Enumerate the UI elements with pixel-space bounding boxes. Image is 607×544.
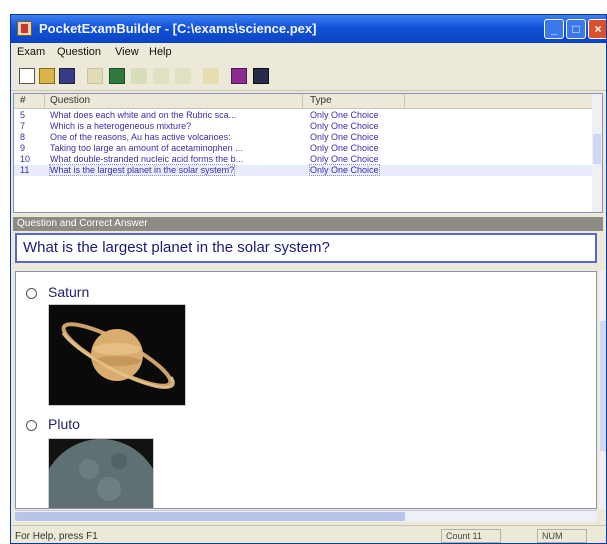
question-list-header: # Question Type [14, 94, 602, 109]
menu-view[interactable]: View [115, 46, 139, 58]
window-title: PocketExamBuilder - [C:\exams\science.pe… [39, 21, 317, 36]
status-num: NUM [537, 529, 587, 543]
status-help-text: For Help, press F1 [15, 531, 98, 542]
cut-icon[interactable] [87, 68, 103, 84]
col-question[interactable]: Question [50, 95, 90, 106]
preview-icon[interactable] [231, 68, 247, 84]
close-button[interactable]: × [588, 19, 606, 39]
add-question-icon[interactable] [109, 68, 125, 84]
title-bar[interactable]: PocketExamBuilder - [C:\exams\science.pe… [11, 15, 606, 43]
new-icon[interactable] [19, 68, 35, 84]
pluto-image [41, 438, 161, 508]
help-icon[interactable] [253, 68, 269, 84]
status-count: Count 11 [441, 529, 501, 543]
answer-radio-saturn[interactable] [26, 288, 37, 299]
col-type[interactable]: Type [310, 95, 332, 106]
minimize-button[interactable]: _ [544, 19, 564, 39]
move-down-icon[interactable] [175, 68, 191, 84]
saturn-image [48, 304, 186, 406]
menu-exam[interactable]: Exam [17, 46, 45, 58]
qa-panel-header: Question and Correct Answer [13, 217, 603, 231]
answer-label-saturn[interactable]: Saturn [48, 284, 89, 300]
open-icon[interactable] [39, 68, 55, 84]
toolbar [11, 62, 606, 91]
table-row[interactable]: 7 Which is a heterogeneous mixture? Only… [14, 121, 602, 132]
table-row[interactable]: 10 What double-stranded nucleic acid for… [14, 154, 602, 165]
maximize-button[interactable]: □ [566, 19, 586, 39]
table-row[interactable]: 8 One of the reasons, Au has active volc… [14, 132, 602, 143]
app-icon[interactable] [17, 21, 32, 36]
question-list-scrollbar[interactable] [592, 94, 602, 212]
table-row-selected[interactable]: 11 What is the largest planet in the sol… [14, 164, 602, 176]
horizontal-scrollbar[interactable] [15, 510, 597, 522]
question-list[interactable]: # Question Type 5 What does each white a… [13, 93, 603, 213]
answer-label-pluto[interactable]: Pluto [48, 416, 80, 432]
menu-help[interactable]: Help [149, 46, 172, 58]
col-number[interactable]: # [20, 95, 26, 106]
table-row[interactable]: 9 Taking too large an amount of acetamin… [14, 143, 602, 154]
save-icon[interactable] [59, 68, 75, 84]
answer-panel-scrollbar[interactable] [599, 271, 606, 509]
menu-bar: Exam Question View Help [11, 43, 606, 61]
answer-radio-pluto[interactable] [26, 420, 37, 431]
app-window: PocketExamBuilder - [C:\exams\science.pe… [10, 14, 607, 544]
move-up-icon[interactable] [153, 68, 169, 84]
question-text[interactable]: What is the largest planet in the solar … [15, 233, 597, 263]
answer-panel: Saturn Pluto [15, 271, 597, 509]
menu-question[interactable]: Question [57, 46, 101, 58]
table-row[interactable]: 5 What does each white and on the Rubric… [14, 110, 602, 121]
delete-question-icon[interactable] [131, 68, 147, 84]
status-bar: For Help, press F1 Count 11 NUM [11, 525, 606, 543]
edit-icon[interactable] [203, 68, 219, 84]
